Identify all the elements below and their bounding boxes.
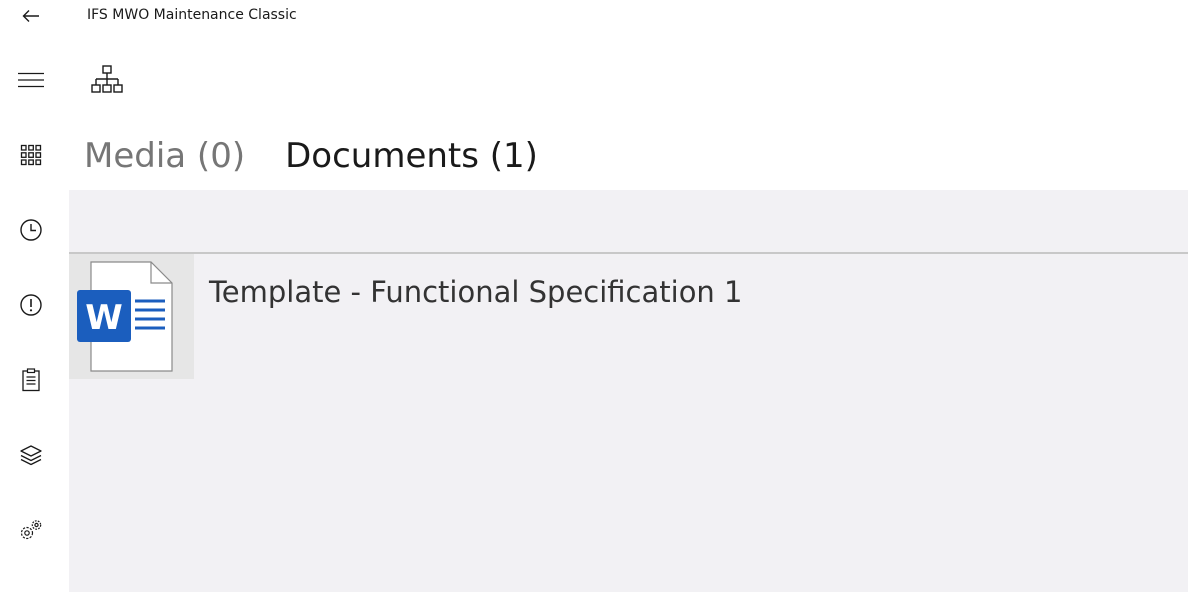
- app-title: IFS MWO Maintenance Classic: [87, 7, 297, 23]
- back-button[interactable]: [0, 0, 62, 32]
- word-document-icon: W: [77, 261, 173, 372]
- clipboard-icon: [22, 367, 40, 391]
- tab-documents[interactable]: Documents (1): [285, 134, 538, 178]
- tab-strip: Media (0) Documents (1): [84, 134, 578, 182]
- alerts-button[interactable]: [0, 267, 62, 342]
- document-list-item[interactable]: W Template - Functional Specification 1: [69, 254, 1188, 380]
- documents-panel: W Template - Functional Specification 1: [69, 190, 1188, 592]
- document-thumbnail: W: [69, 254, 194, 379]
- settings-button[interactable]: [0, 492, 62, 567]
- apps-button[interactable]: [0, 117, 62, 192]
- layers-button[interactable]: [0, 417, 62, 492]
- nav-rail: [0, 42, 62, 567]
- svg-text:W: W: [85, 298, 123, 338]
- menu-button[interactable]: [0, 42, 62, 117]
- recent-button[interactable]: [0, 192, 62, 267]
- arrow-left-icon: [22, 10, 39, 22]
- gears-icon: [20, 519, 42, 539]
- layers-icon: [20, 444, 42, 465]
- hierarchy-button[interactable]: [84, 58, 130, 102]
- tasks-button[interactable]: [0, 342, 62, 417]
- document-title: Template - Functional Specification 1: [209, 275, 743, 309]
- clock-icon: [20, 218, 42, 241]
- app-grid-icon: [20, 144, 42, 165]
- hamburger-menu-icon: [18, 72, 44, 87]
- alert-circle-icon: [20, 293, 42, 316]
- tab-media[interactable]: Media (0): [84, 134, 245, 178]
- hierarchy-icon: [91, 65, 123, 93]
- title-bar: IFS MWO Maintenance Classic: [0, 0, 1188, 32]
